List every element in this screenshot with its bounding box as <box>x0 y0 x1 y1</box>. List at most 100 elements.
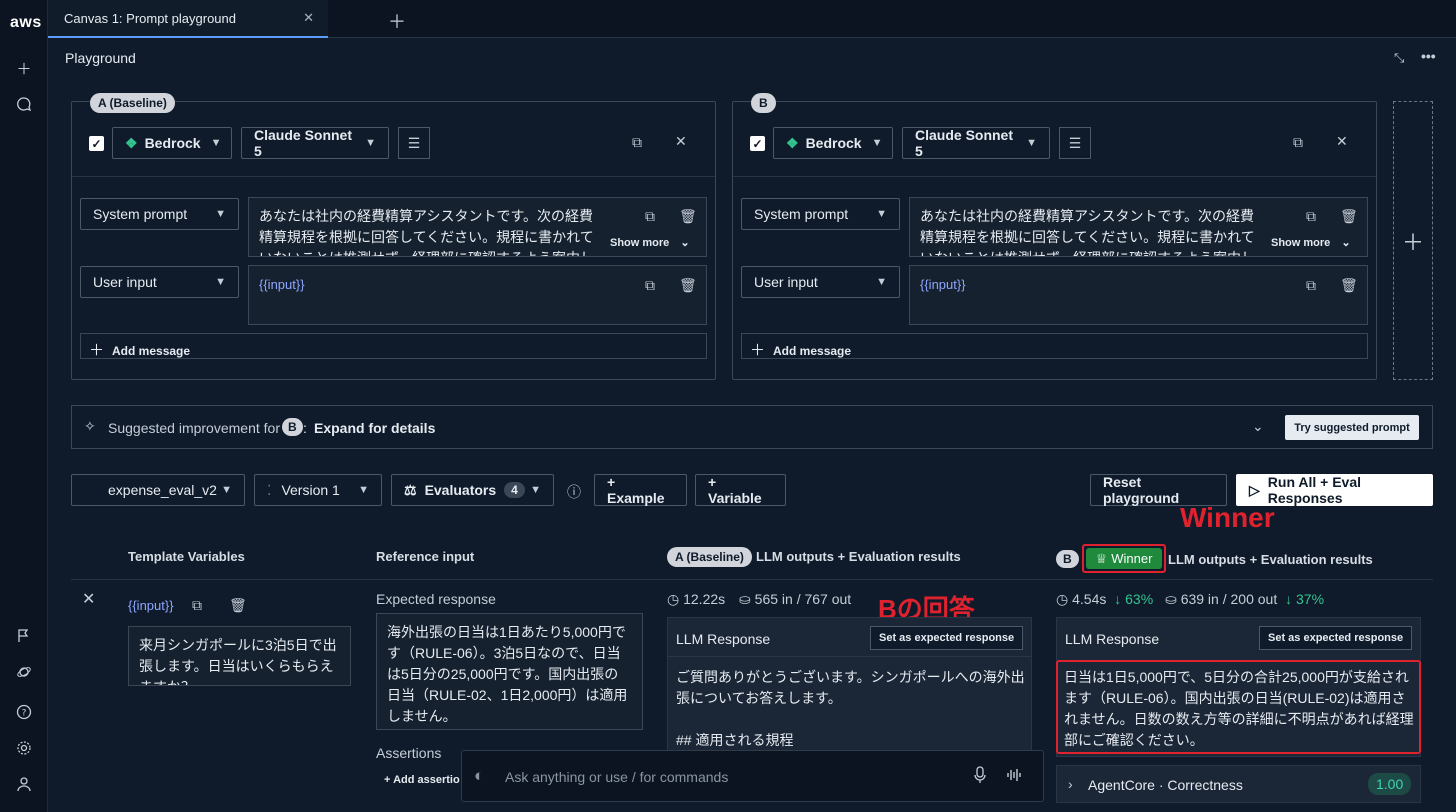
panel-a-model-select[interactable]: Claude Sonnet 5 ▼ <box>241 127 389 159</box>
collapse-icon[interactable]: ⤡ <box>1394 50 1404 66</box>
divider <box>71 579 1433 580</box>
dataset-select[interactable]: expense_eval_v2 ▼ <box>71 474 245 506</box>
help-icon[interactable]: ? <box>12 700 36 724</box>
chevron-down-icon: ▼ <box>871 137 883 149</box>
show-more-button[interactable]: Show more ⌄ <box>1271 236 1351 249</box>
b-set-expected-button[interactable]: Set as expected response <box>1259 626 1413 650</box>
microphone-icon[interactable] <box>973 766 987 787</box>
remove-row-icon[interactable]: ✕ <box>82 589 95 609</box>
chevron-down-icon: ▼ <box>365 137 376 149</box>
chevron-down-icon: ▼ <box>876 208 887 220</box>
col-b-title: LLM outputs + Evaluation results <box>1168 552 1373 567</box>
panel-a-close-icon[interactable]: ✕ <box>675 133 687 150</box>
trash-icon[interactable]: 🗑 <box>229 597 247 614</box>
sparkle-icon: ✧ <box>84 418 96 434</box>
a-response-heading: ## 適用される規程 <box>676 732 794 748</box>
add-variable-button[interactable]: + Variable <box>695 474 786 506</box>
expected-response-text[interactable]: 海外出張の日当は1日あたり5,000円です（RULE-06）。3泊5日なので、日… <box>376 613 643 730</box>
evaluators-select[interactable]: ⚖ Evaluators 4 ▼ <box>391 474 554 506</box>
add-prompt-panel-button[interactable]: ＋ <box>1393 101 1433 380</box>
trash-icon[interactable]: 🗑 <box>679 208 697 225</box>
trash-icon[interactable]: 🗑 <box>1340 208 1358 225</box>
trash-icon[interactable]: 🗑 <box>1340 277 1358 294</box>
play-icon: ▷ <box>1249 481 1260 498</box>
panel-a-copy-icon[interactable]: ⧉ <box>632 134 642 151</box>
chevron-down-icon[interactable]: ⌄ <box>1252 418 1264 435</box>
run-label: Run All + Eval Responses <box>1267 474 1362 506</box>
voice-waveform-icon[interactable] <box>1006 767 1022 786</box>
assistant-logo-icon: ◐ <box>474 766 485 785</box>
copy-icon[interactable]: ⧉ <box>645 208 655 225</box>
close-tab-icon[interactable]: ✕ <box>303 10 314 26</box>
a-response-label: LLM Response <box>676 631 771 647</box>
chat-placeholder[interactable]: Ask anything or use / for commands <box>505 769 728 785</box>
chevron-down-icon: ▼ <box>215 276 226 288</box>
panel-b-close-icon[interactable]: ✕ <box>1336 133 1348 150</box>
panel-a-user-role-select[interactable]: User input ▼ <box>80 266 239 298</box>
suggest-expand[interactable]: Expand for details <box>314 420 435 436</box>
b-eval-name: AgentCore · Correctness <box>1088 777 1243 793</box>
panel-a-user-input[interactable]: {{input}} <box>248 265 707 325</box>
flag-icon[interactable] <box>12 624 36 648</box>
chevron-down-icon: ▼ <box>530 484 541 496</box>
b-tokens: 639 in / 200 out <box>1180 591 1278 607</box>
panel-b-sliders-icon[interactable]: ☰ <box>1059 127 1091 159</box>
chevron-right-icon[interactable]: › <box>1068 776 1073 792</box>
left-rail: aws ＋ ? <box>0 0 48 812</box>
bedrock-icon: ❖ <box>786 134 799 151</box>
var-value-input[interactable]: 来月シンガポールに3泊5日で出張します。日当はいくらもらえますか？ <box>128 626 351 686</box>
chevron-down-icon: ▼ <box>221 484 232 496</box>
copy-icon[interactable]: ⧉ <box>1306 277 1316 294</box>
model-label: Claude Sonnet 5 <box>254 127 353 159</box>
panel-b-user-role-select[interactable]: User input ▼ <box>741 266 900 298</box>
evaluators-count: 4 <box>504 482 525 498</box>
role-label: User input <box>93 274 157 290</box>
panel-b-model-select[interactable]: Claude Sonnet 5 ▼ <box>902 127 1050 159</box>
panel-a-badge: A (Baseline) <box>90 93 175 113</box>
chevron-down-icon: ▼ <box>358 484 369 496</box>
panel-b-add-message-button[interactable]: ＋ Add message <box>741 333 1368 359</box>
add-example-button[interactable]: + Example <box>594 474 687 506</box>
panel-a-provider-select[interactable]: ❖ Bedrock ▼ <box>112 127 232 159</box>
panel-b-copy-icon[interactable]: ⧉ <box>1293 134 1303 151</box>
chat-bubble-icon[interactable] <box>12 92 36 116</box>
tab-canvas-1[interactable]: Canvas 1: Prompt playground ✕ <box>48 0 328 38</box>
settings-gear-icon[interactable] <box>12 736 36 760</box>
trash-icon[interactable]: 🗑 <box>679 277 697 294</box>
copy-icon[interactable]: ⧉ <box>192 597 202 614</box>
info-icon[interactable]: ⓘ <box>567 482 581 502</box>
svg-text:?: ? <box>22 709 27 719</box>
plus-icon[interactable]: ＋ <box>12 56 36 80</box>
orbit-icon[interactable] <box>12 660 36 684</box>
panel-a-system-role-select[interactable]: System prompt ▼ <box>80 198 239 230</box>
chevron-down-icon: ▼ <box>215 208 226 220</box>
panel-b-provider-select[interactable]: ❖ Bedrock ▼ <box>773 127 893 159</box>
show-more-button[interactable]: Show more ⌄ <box>610 236 690 249</box>
user-icon[interactable] <box>12 772 36 796</box>
scale-icon: ⚖ <box>404 481 417 498</box>
a-set-expected-button[interactable]: Set as expected response <box>870 626 1024 650</box>
panel-a-sliders-icon[interactable]: ☰ <box>398 127 430 159</box>
suggest-badge: B <box>282 418 303 436</box>
panel-b-system-role-select[interactable]: System prompt ▼ <box>741 198 900 230</box>
version-select[interactable]: ⁚ Version 1 ▼ <box>254 474 382 506</box>
copy-icon[interactable]: ⧉ <box>645 277 655 294</box>
add-assertion-button[interactable]: + Add assertio <box>384 774 460 786</box>
panel-a-checkbox[interactable]: ✓ <box>89 136 104 151</box>
role-label: User input <box>754 274 818 290</box>
panel-b-user-input[interactable]: {{input}} <box>909 265 1368 325</box>
winner-annotation: Winner <box>1180 502 1275 533</box>
panel-a-add-message-button[interactable]: ＋ Add message <box>80 333 707 359</box>
chevron-down-icon: ▼ <box>876 276 887 288</box>
aws-logo[interactable]: aws <box>10 14 42 32</box>
role-label: System prompt <box>754 206 849 222</box>
col-b-badge: B <box>1056 550 1079 568</box>
copy-icon[interactable]: ⧉ <box>1306 208 1316 225</box>
panel-b-checkbox[interactable]: ✓ <box>750 136 765 151</box>
col-reference-input: Reference input <box>376 549 475 564</box>
page-title: Playground <box>65 50 136 66</box>
more-options-icon[interactable]: ••• <box>1421 48 1436 64</box>
try-suggested-prompt-button[interactable]: Try suggested prompt <box>1285 415 1419 440</box>
new-tab-plus-icon[interactable]: ＋ <box>388 8 406 34</box>
divider <box>72 176 715 177</box>
